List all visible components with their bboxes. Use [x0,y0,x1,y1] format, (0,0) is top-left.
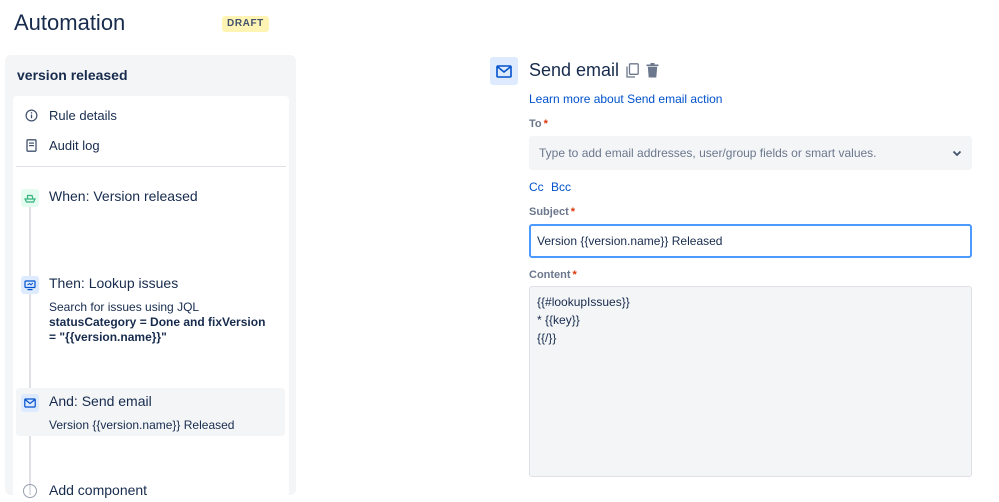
step-title: When: Version released [49,188,198,204]
status-badge: DRAFT [222,16,269,32]
monitor-icon [21,276,39,294]
step-title: Then: Lookup issues [49,275,179,291]
envelope-icon [21,394,39,412]
sidebar-item-label: Rule details [49,108,117,123]
info-icon [24,109,38,123]
to-select[interactable]: Type to add email addresses, user/group … [529,136,972,170]
subject-label: Subject * [529,206,575,218]
rule-name: version released [17,67,128,83]
to-label-text: To [529,118,542,130]
content-line: * {{key}} [537,313,580,327]
page-title: Automation [14,10,126,35]
bcc-link[interactable]: Bcc [551,180,571,194]
timeline-line [29,205,31,495]
content-line: {{#lookupIssues}} [537,295,630,309]
learn-more-link[interactable]: Learn more about Send email action [529,92,722,106]
envelope-icon [490,57,518,85]
trash-icon[interactable] [645,62,659,78]
sidebar-item-audit-log[interactable]: Audit log [24,138,100,153]
step-description: Version {{version.name}} Released [49,418,235,432]
subject-input[interactable] [529,224,972,258]
content-label-text: Content [529,269,571,281]
step-title: And: Send email [49,393,152,409]
add-icon [23,484,37,498]
divider [16,166,286,167]
action-title: Send email [529,60,620,80]
step-description: Search for issues using JQL statusCatego… [49,300,285,345]
content-textarea[interactable]: {{#lookupIssues}} * {{key}} {{/}} [529,286,972,477]
to-placeholder: Type to add email addresses, user/group … [539,146,877,160]
step-trigger[interactable]: When: Version released [21,187,281,217]
step-lookup-issues[interactable]: Then: Lookup issues Search for issues us… [21,275,283,347]
step-description-text: Search for issues using JQL [49,300,200,314]
cc-link[interactable]: Cc [529,180,544,194]
add-component-label: Add component [49,482,148,498]
copy-icon[interactable] [625,62,639,78]
subject-label-text: Subject [529,206,569,218]
add-component-button[interactable]: Add component [21,482,221,502]
required-marker: * [570,206,576,218]
required-marker: * [572,269,577,281]
step-jql-line: statusCategory = Done and fixVersion [49,315,266,329]
sidebar-item-rule-details[interactable]: Rule details [24,108,117,123]
sidebar-item-label: Audit log [49,138,100,153]
content-label: Content * [529,269,577,281]
ship-icon [21,189,39,207]
required-marker: * [543,118,548,130]
document-icon [24,139,38,153]
to-label: To * [529,118,548,130]
step-jql-line: = "{{version.name}}" [49,330,167,344]
content-line: {{/}} [537,331,557,345]
chevron-down-icon [952,146,962,160]
